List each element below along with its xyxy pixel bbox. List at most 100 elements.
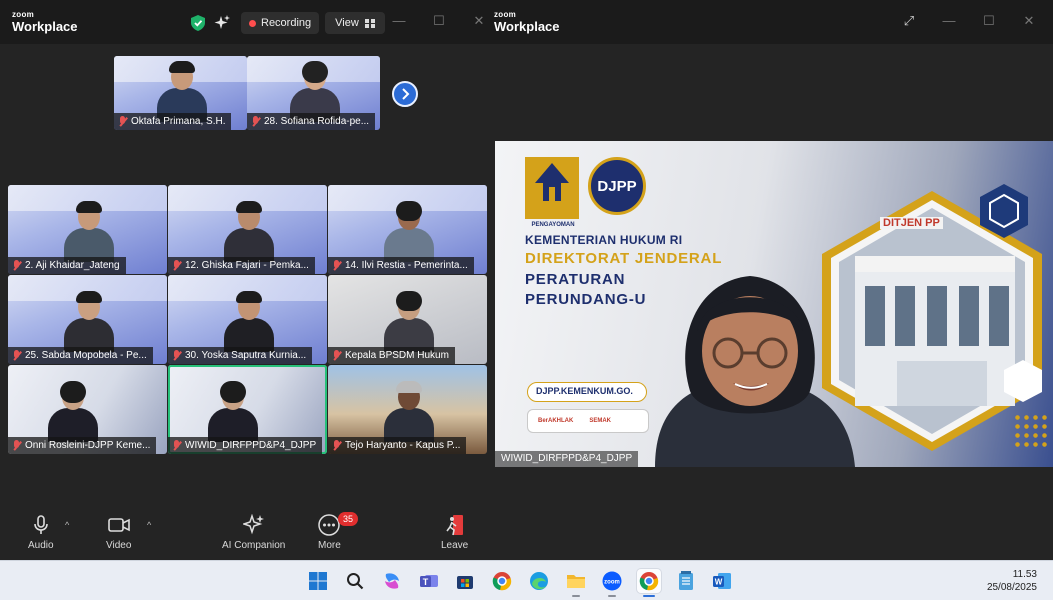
ai-sparkle-icon[interactable] xyxy=(211,12,233,34)
mic-muted-icon xyxy=(172,350,181,361)
participant-name-label: 28. Sofiana Rofida-pe... xyxy=(247,113,376,130)
mic-muted-icon xyxy=(12,350,21,361)
participant-tile[interactable]: 28. Sofiana Rofida-pe... xyxy=(247,56,380,130)
maximize-icon[interactable]: ☐ xyxy=(432,14,446,28)
next-page-button[interactable] xyxy=(392,81,418,107)
active-speaker-tile[interactable]: WIWID_DIRFPPD&P4_DJPP xyxy=(168,365,327,454)
brand-small: zoom xyxy=(494,10,517,19)
search-icon[interactable] xyxy=(343,569,367,593)
close-icon[interactable]: ✕ xyxy=(472,14,486,28)
participant-name-label: Kepala BPSDM Hukum xyxy=(328,347,455,364)
close-icon[interactable]: ✕ xyxy=(1022,14,1036,28)
svg-text:T: T xyxy=(423,577,429,587)
pengayoman-text: PENGAYOMAN xyxy=(531,222,575,228)
mic-muted-icon xyxy=(12,260,21,271)
video-options-caret-icon[interactable]: ^ xyxy=(147,520,151,530)
recording-label: Recording xyxy=(261,17,312,29)
participant-name-label: Onni Rosleini-DJPP Keme... xyxy=(8,437,157,454)
microsoft-store-icon[interactable] xyxy=(453,569,477,593)
windows-taskbar: T zoom W 11.53 25/08/2025 xyxy=(0,560,1053,600)
encryption-shield-icon[interactable] xyxy=(187,12,209,34)
recording-dot-icon xyxy=(249,19,256,27)
mic-muted-icon xyxy=(172,260,181,271)
ai-companion-label: AI Companion xyxy=(222,540,286,551)
clock-time: 11.53 xyxy=(1012,569,1037,580)
video-camera-icon xyxy=(107,518,130,532)
website-url: DJPP.KEMENKUM.GO. xyxy=(527,382,647,402)
word-icon[interactable]: W xyxy=(710,569,734,593)
svg-text:zoom: zoom xyxy=(604,580,620,586)
recording-indicator[interactable]: Recording xyxy=(241,12,320,34)
more-label: More xyxy=(318,540,341,551)
notepad-icon[interactable] xyxy=(674,569,698,593)
system-clock[interactable]: 11.53 25/08/2025 xyxy=(987,568,1037,594)
mic-muted-icon xyxy=(332,440,341,451)
microphone-icon xyxy=(33,515,48,534)
participant-name-label: 30. Yoska Saputra Kurnia... xyxy=(168,347,313,364)
zoom-gallery-window: zoom Workplace Recording View — ☐ ✕ Okta… xyxy=(0,0,490,560)
participant-tile[interactable]: Tejo Haryanto - Kapus P... xyxy=(328,365,487,454)
participant-name-label: 25. Sabda Mopobela - Pe... xyxy=(8,347,153,364)
participant-name-label: Tejo Haryanto - Kapus P... xyxy=(328,437,467,454)
pengayoman-logo-icon xyxy=(525,157,579,219)
zoom-icon[interactable]: zoom xyxy=(600,569,624,597)
audio-options-caret-icon[interactable]: ^ xyxy=(65,520,69,530)
video-button[interactable]: Video xyxy=(106,513,131,551)
brand-small: zoom xyxy=(12,10,35,19)
minimize-icon[interactable]: — xyxy=(392,14,406,28)
ai-companion-button[interactable]: AI Companion xyxy=(222,513,285,551)
chrome-icon[interactable] xyxy=(490,569,514,593)
decorative-dots xyxy=(1013,413,1047,447)
participant-tile[interactable]: Onni Rosleini-DJPP Keme... xyxy=(8,365,167,454)
edge-icon[interactable] xyxy=(527,569,551,593)
leave-label: Leave xyxy=(441,540,469,551)
values-banner: BerAKHLAK SEMAK xyxy=(527,409,649,433)
brand-large: Workplace xyxy=(12,19,78,34)
meeting-top-controls: Recording View xyxy=(187,12,385,34)
mic-muted-icon xyxy=(118,116,127,127)
speaker-name-label: WIWID_DIRFPPD&P4_DJPP xyxy=(495,451,639,467)
regulation-heading-2: PERUNDANG-U xyxy=(525,291,647,308)
participant-tile[interactable]: Kepala BPSDM Hukum xyxy=(328,275,487,364)
berakhlak-tag: BerAKHLAK xyxy=(538,418,574,424)
zoom-workplace-logo: zoom Workplace xyxy=(12,10,78,34)
chevron-right-icon xyxy=(402,88,410,100)
white-hexagon-icon xyxy=(1004,360,1042,402)
participant-name-label: Oktafa Primana, S.H. xyxy=(114,113,232,130)
grid-view-icon xyxy=(364,18,375,28)
audio-button[interactable]: Audio xyxy=(28,513,54,551)
teams-icon[interactable]: T xyxy=(417,569,441,593)
windows-start-icon[interactable] xyxy=(306,569,330,593)
video-label: Video xyxy=(106,540,132,551)
mic-muted-icon xyxy=(332,350,341,361)
participant-tile[interactable]: 12. Ghiska Fajari - Pemka... xyxy=(168,185,327,274)
hexagon-badge-icon xyxy=(980,184,1028,238)
chrome-active-icon[interactable] xyxy=(637,569,661,597)
right-window-controls: ⤢ — ☐ ✕ xyxy=(902,14,1036,28)
fullscreen-icon[interactable]: ⤢ xyxy=(902,14,916,28)
minimize-icon[interactable]: — xyxy=(942,14,956,28)
participant-name-label: WIWID_DIRFPPD&P4_DJPP xyxy=(168,437,323,454)
ministry-heading: KEMENTERIAN HUKUM RI xyxy=(525,233,683,247)
brand-large: Workplace xyxy=(494,19,560,34)
maximize-icon[interactable]: ☐ xyxy=(982,14,996,28)
audio-label: Audio xyxy=(28,540,54,551)
mic-muted-icon xyxy=(172,440,181,451)
copilot-icon[interactable] xyxy=(380,569,404,593)
participant-tile[interactable]: 14. Ilvi Restia - Pemerinta... xyxy=(328,185,487,274)
leave-button[interactable]: Leave xyxy=(441,513,468,551)
file-explorer-icon[interactable] xyxy=(564,569,588,597)
notification-count-badge: 35 xyxy=(338,512,358,526)
regulation-heading-1: PERATURAN xyxy=(525,271,626,288)
right-titlebar: zoom Workplace ⤢ — ☐ ✕ xyxy=(490,0,1053,44)
view-button[interactable]: View xyxy=(325,12,385,34)
participant-tile[interactable]: 30. Yoska Saputra Kurnia... xyxy=(168,275,327,364)
participant-tile[interactable]: 25. Sabda Mopobela - Pe... xyxy=(8,275,167,364)
leave-door-icon xyxy=(445,515,463,536)
mic-muted-icon xyxy=(251,116,260,127)
participant-tile[interactable]: 2. Aji Khaidar_Jateng xyxy=(8,185,167,274)
mic-muted-icon xyxy=(12,440,21,451)
mic-muted-icon xyxy=(332,260,341,271)
participant-tile[interactable]: Oktafa Primana, S.H. xyxy=(114,56,247,130)
building-sign: DITJEN PP xyxy=(880,217,943,229)
